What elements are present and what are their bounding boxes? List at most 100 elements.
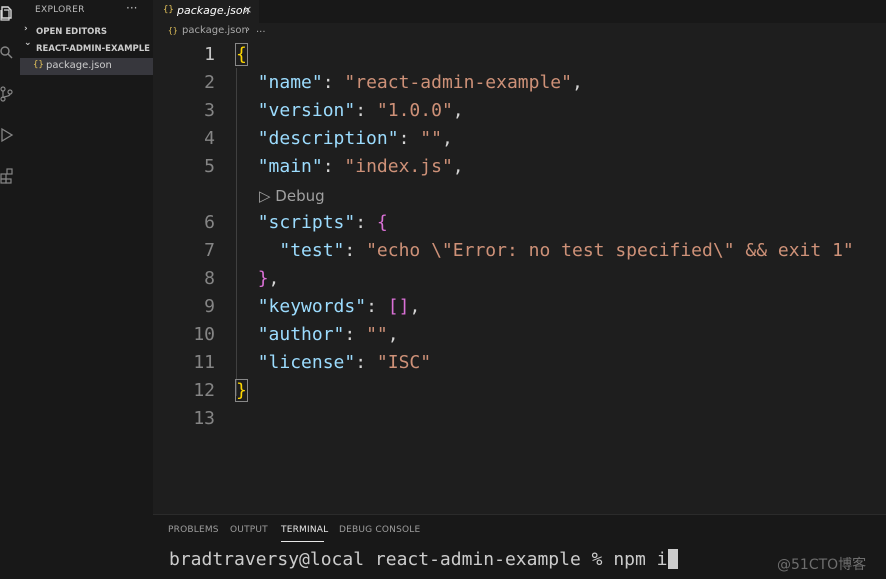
json-file-icon: {} xyxy=(33,60,44,70)
comma: , xyxy=(387,324,399,345)
json-value: "echo \"Error: no test specified\" && ex… xyxy=(366,240,854,261)
watermark: @51CTO博客 xyxy=(777,557,867,573)
line-number: 4 xyxy=(204,128,215,149)
more-actions-icon[interactable]: ··· xyxy=(126,1,137,15)
colon: : xyxy=(398,128,421,149)
line-number: 11 xyxy=(193,352,215,373)
nested-open-brace: { xyxy=(376,212,388,233)
run-debug-icon[interactable] xyxy=(0,127,14,143)
line-number: 8 xyxy=(204,268,215,289)
line-number: 7 xyxy=(204,240,215,261)
colon: : xyxy=(355,100,377,121)
line-number: 1 xyxy=(204,44,215,65)
code-line: "license": "ISC" xyxy=(236,352,431,373)
explorer-title: EXPLORER xyxy=(35,5,85,15)
code-line: "test": "echo \"Error: no test specified… xyxy=(236,240,854,261)
code-line: } xyxy=(235,379,248,402)
close-icon[interactable]: × xyxy=(243,3,252,16)
source-control-icon[interactable] xyxy=(0,86,14,102)
tab-debug-console[interactable]: DEBUG CONSOLE xyxy=(339,525,420,535)
tab-label: package.json xyxy=(177,4,250,17)
comma: , xyxy=(452,156,464,177)
breadcrumb-separator: › xyxy=(246,24,250,35)
files-icon[interactable] xyxy=(0,6,14,22)
chevron-right-icon: › xyxy=(24,24,28,34)
file-item-label: package.json xyxy=(46,60,112,71)
project-folder-label: REACT-ADMIN-EXAMPLE xyxy=(36,44,150,54)
activity-bar xyxy=(0,0,20,579)
json-value: "" xyxy=(366,324,388,345)
json-key: "version" xyxy=(257,100,356,121)
close-brace: } xyxy=(235,379,248,402)
debug-codelens[interactable]: ▷ Debug xyxy=(259,187,325,205)
open-brace: { xyxy=(235,43,248,66)
bottom-panel: PROBLEMS OUTPUT TERMINAL DEBUG CONSOLE b… xyxy=(153,514,886,579)
active-tab-indicator xyxy=(281,541,324,542)
comma: , xyxy=(452,100,464,121)
json-file-icon: {} xyxy=(163,5,174,15)
chevron-down-icon: ⌄ xyxy=(24,38,32,48)
extensions-icon[interactable] xyxy=(0,168,14,184)
json-value: [] xyxy=(387,296,410,317)
code-line: "main": "index.js", xyxy=(236,156,464,177)
terminal-prompt: bradtraversy@local react-admin-example %… xyxy=(169,549,668,570)
explorer-sidebar: EXPLORER ··· › OPEN EDITORS ⌄ REACT-ADMI… xyxy=(20,0,153,579)
comma: , xyxy=(441,128,453,149)
colon: : xyxy=(355,352,377,373)
line-number: 6 xyxy=(204,212,215,233)
code-line: "description": "", xyxy=(236,128,453,149)
colon: : xyxy=(344,240,367,261)
json-key: "main" xyxy=(257,156,323,177)
json-value: "index.js" xyxy=(344,156,453,177)
line-number: 12 xyxy=(193,380,215,401)
open-editors-label: OPEN EDITORS xyxy=(36,27,108,37)
search-icon[interactable] xyxy=(0,44,14,60)
json-key: "scripts" xyxy=(257,212,356,233)
line-number: 5 xyxy=(204,156,215,177)
line-number: 3 xyxy=(204,100,215,121)
colon: : xyxy=(366,296,388,317)
colon: : xyxy=(344,324,367,345)
tab-output[interactable]: OUTPUT xyxy=(230,525,268,535)
code-line: }, xyxy=(236,268,280,289)
line-number: 13 xyxy=(193,408,215,429)
json-value: "1.0.0" xyxy=(376,100,453,121)
terminal-cursor xyxy=(667,549,678,569)
json-key: "keywords" xyxy=(257,296,367,317)
code-line: "keywords": [], xyxy=(236,296,421,317)
tab-problems[interactable]: PROBLEMS xyxy=(168,525,219,535)
tab-package-json[interactable]: {} package.json × xyxy=(153,0,259,23)
colon: : xyxy=(355,212,377,233)
editor-tab-bar: {} package.json × xyxy=(153,0,886,23)
breadcrumb-file[interactable]: package.json xyxy=(182,25,248,36)
json-value: "ISC" xyxy=(376,352,432,373)
json-value: "react-admin-example" xyxy=(344,72,572,93)
json-key: "description" xyxy=(257,128,399,149)
line-number: 9 xyxy=(204,296,215,317)
json-key: "license" xyxy=(257,352,356,373)
code-editor[interactable]: 1 2 3 4 5 6 7 8 9 10 11 12 13 { "name": … xyxy=(153,40,886,510)
nested-close-brace: } xyxy=(257,268,269,289)
colon: : xyxy=(322,156,345,177)
comma: , xyxy=(268,268,280,289)
json-key: "name" xyxy=(257,72,323,93)
comma: , xyxy=(571,72,583,93)
project-folder-section[interactable]: ⌄ REACT-ADMIN-EXAMPLE xyxy=(20,38,153,58)
terminal-output[interactable]: bradtraversy@local react-admin-example %… xyxy=(169,549,678,570)
json-value: "" xyxy=(420,128,442,149)
file-item-package-json[interactable]: {} package.json xyxy=(20,58,153,75)
json-key: "test" xyxy=(279,240,345,261)
colon: : xyxy=(322,72,345,93)
open-editors-section[interactable]: › OPEN EDITORS xyxy=(20,24,153,41)
code-line: "version": "1.0.0", xyxy=(236,100,464,121)
code-line: { xyxy=(235,43,248,66)
breadcrumb: {} package.json › ... xyxy=(153,23,886,40)
breadcrumb-more[interactable]: ... xyxy=(256,24,266,35)
code-line: "name": "react-admin-example", xyxy=(236,72,583,93)
line-number: 2 xyxy=(204,72,215,93)
comma: , xyxy=(409,296,421,317)
json-key: "author" xyxy=(257,324,345,345)
code-line: "scripts": { xyxy=(236,212,388,233)
tab-terminal[interactable]: TERMINAL xyxy=(281,525,328,535)
line-number: 10 xyxy=(193,324,215,345)
